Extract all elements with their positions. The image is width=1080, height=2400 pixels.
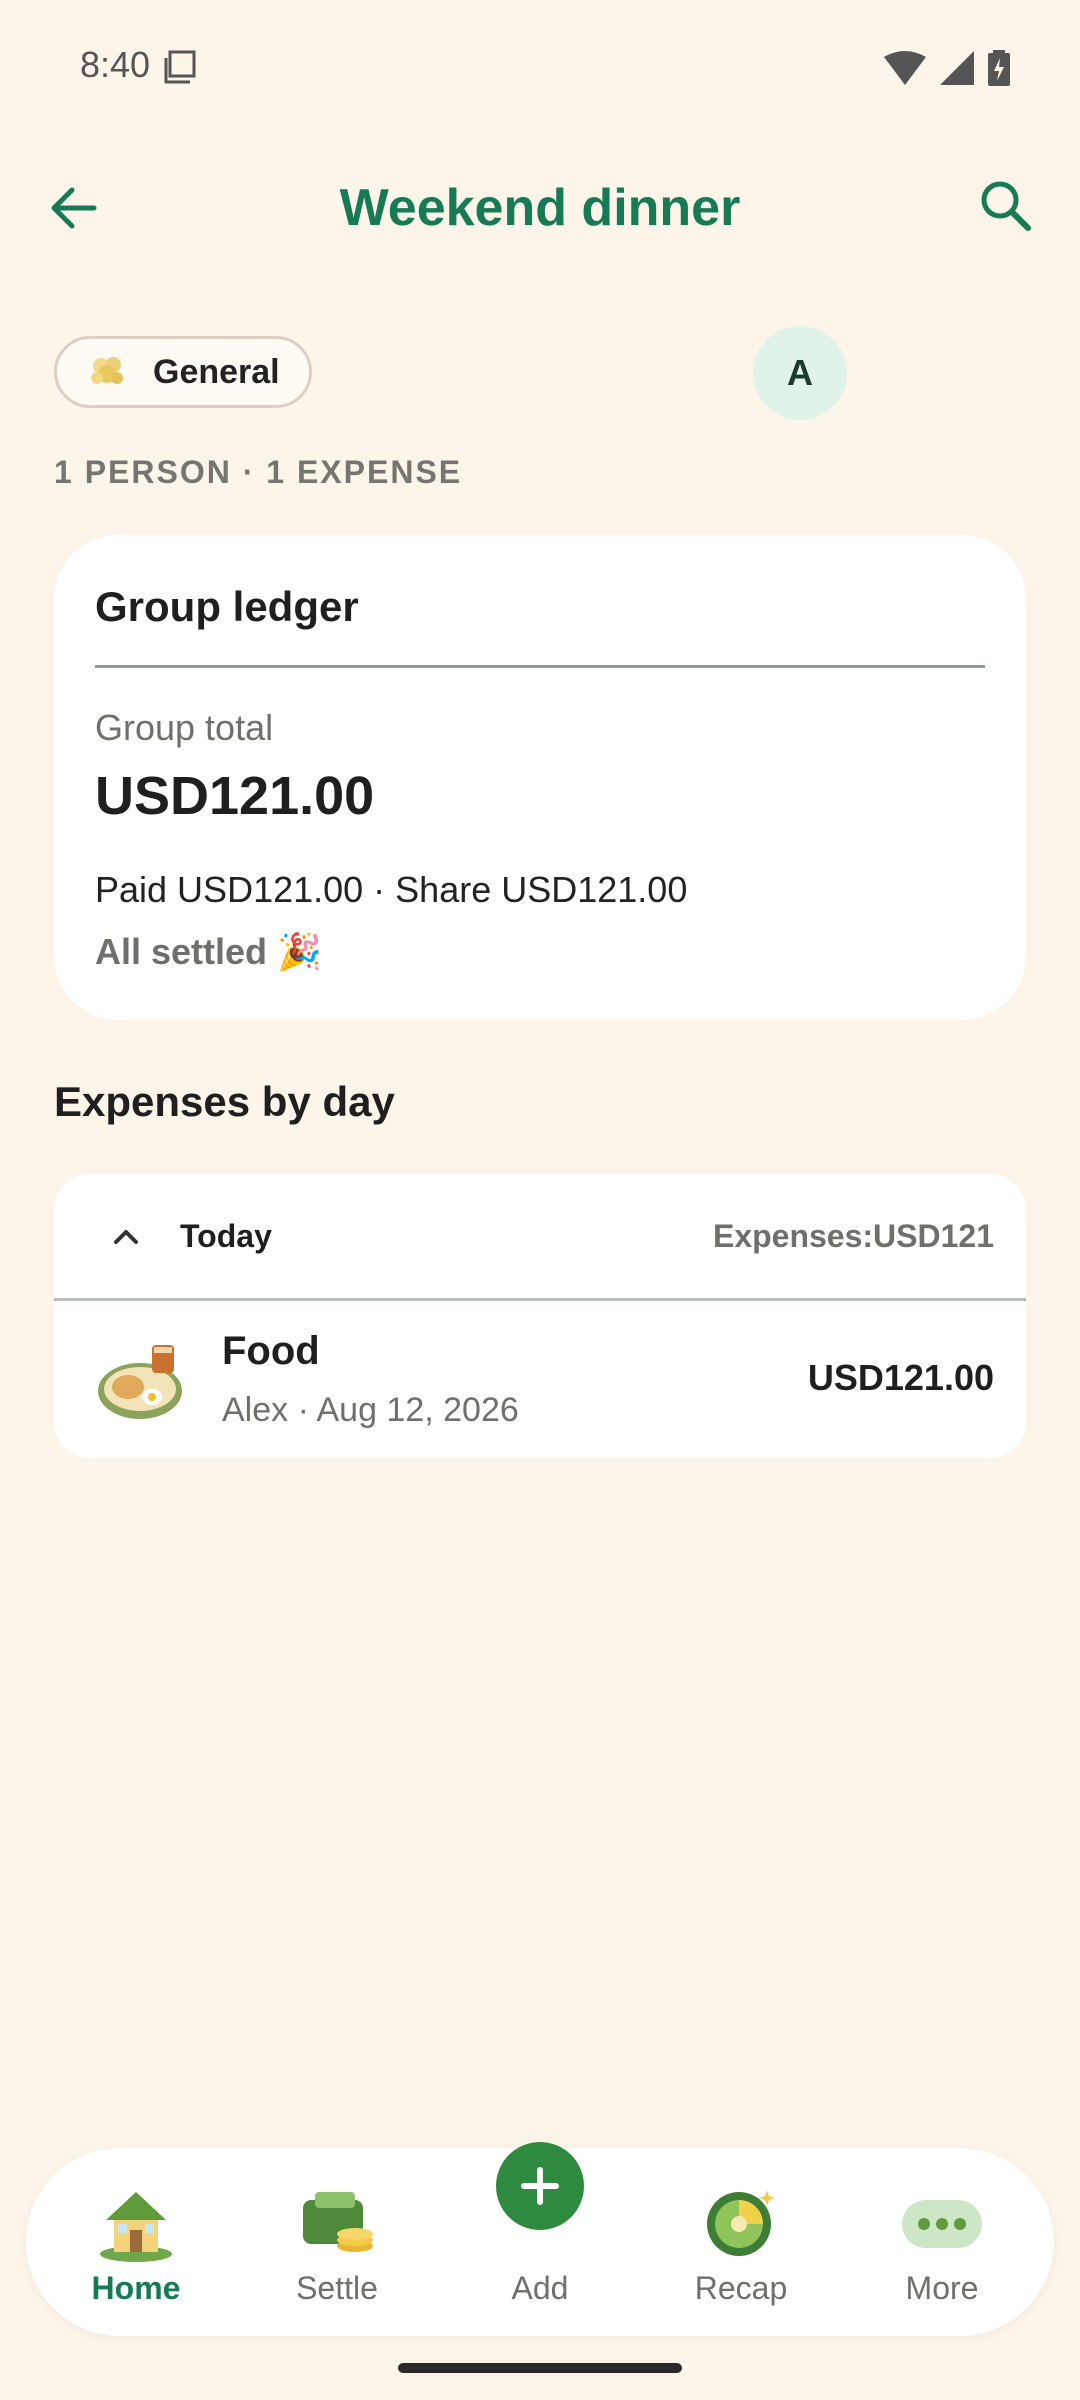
page-title: Weekend dinner [339, 179, 741, 237]
wifi-icon [884, 51, 926, 85]
day-group-card: Today Expenses:USD121 Food Alex · Aug 12… [54, 1174, 1026, 1458]
nav-more-label: More [905, 2270, 979, 2306]
expenses-section-title: Expenses by day [54, 1078, 395, 1125]
expense-row[interactable]: Food Alex · Aug 12, 2026 USD121.00 [54, 1301, 1026, 1458]
group-total-value: USD121.00 [95, 766, 375, 826]
nav-more[interactable]: More [842, 2148, 1042, 2336]
nav-settle[interactable]: Settle [237, 2148, 437, 2336]
search-icon[interactable] [976, 176, 1036, 236]
day-label: Today [180, 1218, 272, 1254]
more-dots-icon [902, 2200, 982, 2248]
nav-add[interactable]: Add [440, 2142, 640, 2336]
signal-icon [940, 51, 974, 85]
day-group-header[interactable]: Today Expenses:USD121 [54, 1174, 1026, 1298]
home-indicator[interactable] [398, 2363, 682, 2373]
expense-amount: USD121.00 [807, 1357, 994, 1398]
nav-home[interactable]: Home [36, 2148, 236, 2336]
settled-status: All settled 🎉 [95, 931, 322, 972]
plus-icon [521, 2167, 559, 2205]
pie-chart-icon [707, 2190, 775, 2256]
nav-recap-label: Recap [694, 2270, 788, 2306]
ledger-title: Group ledger [95, 583, 359, 630]
divider [95, 665, 985, 668]
avatar[interactable]: A [753, 326, 847, 420]
group-summary: 1 PERSON · 1 EXPENSE [54, 454, 463, 490]
paid-share-summary: Paid USD121.00 · Share USD121.00 [95, 869, 688, 910]
status-bar: 8:40 [0, 0, 1080, 136]
expense-name: Food [222, 1329, 320, 1373]
wallet-icon [303, 2192, 373, 2252]
category-chip-label: General [153, 352, 280, 391]
status-icons [884, 50, 1010, 86]
screenshot-icon [164, 50, 196, 84]
expense-meta: Alex · Aug 12, 2026 [222, 1391, 519, 1429]
group-total-label: Group total [95, 707, 274, 748]
food-plate-icon [98, 1345, 182, 1419]
app-bar: Weekend dinner [0, 150, 1080, 270]
house-icon [100, 2192, 172, 2262]
status-time: 8:40 [80, 44, 151, 85]
nav-recap[interactable]: Recap [641, 2148, 841, 2336]
group-ledger-card: Group ledger Group total USD121.00 Paid … [54, 535, 1026, 1020]
chevron-up-icon[interactable] [106, 1216, 146, 1256]
category-chip[interactable]: General [54, 336, 312, 408]
nav-settle-label: Settle [296, 2270, 378, 2306]
battery-icon [988, 50, 1010, 86]
add-button[interactable] [496, 2142, 584, 2230]
popcorn-icon [91, 357, 123, 384]
nav-home-label: Home [91, 2270, 181, 2306]
bottom-nav: Home Settle Add Recap More [26, 2142, 1054, 2336]
day-total: Expenses:USD121 [712, 1218, 994, 1254]
nav-add-label: Add [511, 2270, 569, 2306]
